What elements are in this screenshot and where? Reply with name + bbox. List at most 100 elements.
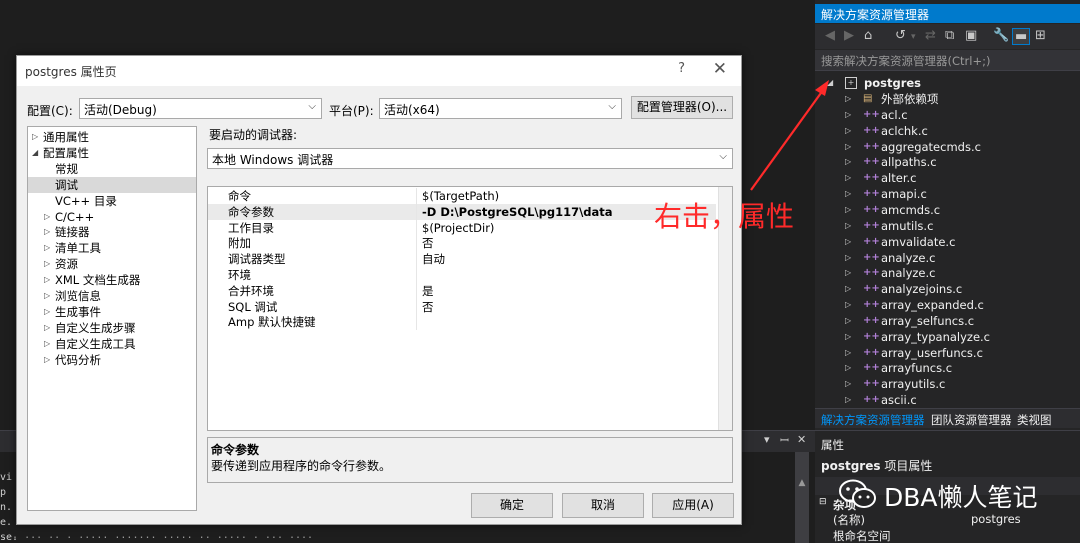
solution-search-input[interactable]: 搜索解决方案资源管理器(Ctrl+;) xyxy=(815,50,1080,71)
tree-item[interactable]: ▷ 自定义生成工具 xyxy=(28,336,196,352)
file-node[interactable]: ▷ ++ amvalidate.c xyxy=(815,234,1080,250)
expand-arrow-icon[interactable]: ▷ xyxy=(845,376,851,392)
expand-arrow-icon[interactable]: ▷ xyxy=(44,304,50,320)
expand-arrow-icon[interactable]: ▷ xyxy=(845,123,851,139)
property-tree[interactable]: ▷ 通用属性 ◢ 配置属性 常规 调试 VC++ 目录 ▷ C/C++ ▷ 链接器 ▷ 清单工具 ▷ 资源 ▷… xyxy=(27,126,197,511)
file-node[interactable]: ▷ ++ analyze.c xyxy=(815,265,1080,281)
tree-item[interactable]: ▷ C/C++ xyxy=(28,209,196,225)
expand-arrow-icon[interactable]: ▷ xyxy=(845,313,851,329)
expand-arrow-icon[interactable]: ▷ xyxy=(845,218,851,234)
platform-select[interactable]: 活动(x64) ⌵ xyxy=(379,98,622,119)
properties-row[interactable]: 根命名空间 xyxy=(815,528,1080,543)
tree-item[interactable]: ▷ 生成事件 xyxy=(28,304,196,320)
property-value[interactable]: 自动 xyxy=(422,251,445,267)
property-row[interactable]: 合并环境 是 xyxy=(208,282,716,299)
property-row[interactable]: 调试器类型 自动 xyxy=(208,251,716,268)
property-value[interactable]: 否 xyxy=(422,299,434,315)
tree-item[interactable]: ▷ 代码分析 xyxy=(28,352,196,368)
file-node[interactable]: ▷ ++ alter.c xyxy=(815,170,1080,186)
tab-team-explorer[interactable]: 团队资源管理器 xyxy=(931,412,1012,428)
property-row[interactable]: 命令 $(TargetPath) xyxy=(208,188,716,204)
file-node[interactable]: ▷ ++ allpaths.c xyxy=(815,154,1080,170)
expand-arrow-icon[interactable]: ▷ xyxy=(845,91,851,107)
file-node[interactable]: ▷ ++ ascii.c xyxy=(815,392,1080,407)
expand-arrow-icon[interactable]: ▷ xyxy=(845,202,851,218)
properties-row[interactable]: (名称) postgres xyxy=(815,512,1080,528)
tree-item[interactable]: ▷ 资源 xyxy=(28,256,196,272)
cancel-button[interactable]: 取消 xyxy=(562,493,644,518)
properties-subject[interactable]: postgres 项目属性 xyxy=(821,457,932,474)
file-node[interactable]: ▷ ++ aggregatecmds.c xyxy=(815,139,1080,155)
home-icon[interactable]: ⌂ xyxy=(864,28,872,43)
close-button[interactable]: ✕ xyxy=(713,59,727,79)
folder-node[interactable]: ▷ ▤ 外部依赖项 xyxy=(815,91,1080,107)
property-row[interactable]: 环境 xyxy=(208,267,716,283)
property-value[interactable]: 否 xyxy=(422,235,434,251)
file-node[interactable]: ▷ ++ arrayutils.c xyxy=(815,376,1080,392)
expand-arrow-icon[interactable]: ▷ xyxy=(44,209,50,225)
expand-arrow-icon[interactable]: ▷ xyxy=(845,250,851,266)
expand-arrow-icon[interactable]: ▷ xyxy=(845,139,851,155)
expand-arrow-icon[interactable]: ▷ xyxy=(845,281,851,297)
tree-item[interactable]: ▷ 通用属性 xyxy=(28,129,196,145)
show-all-files-icon[interactable]: ▣ xyxy=(965,28,977,43)
tree-item[interactable]: 常规 xyxy=(28,161,196,177)
property-row[interactable]: 工作目录 $(ProjectDir) xyxy=(208,219,716,236)
expand-arrow-icon[interactable]: ▷ xyxy=(44,352,50,368)
tree-item[interactable]: VC++ 目录 xyxy=(28,193,196,209)
expand-arrow-icon[interactable]: ▷ xyxy=(44,240,50,256)
file-node[interactable]: ▷ ++ aclchk.c xyxy=(815,123,1080,139)
expand-arrow-icon[interactable]: ▷ xyxy=(845,392,851,407)
collapse-arrow-icon[interactable]: ◢ xyxy=(827,75,833,91)
file-node[interactable]: ▷ ++ array_expanded.c xyxy=(815,297,1080,313)
property-value[interactable]: $(TargetPath) xyxy=(422,188,499,204)
expand-arrow-icon[interactable]: ▷ xyxy=(44,256,50,272)
project-node[interactable]: ◢ + postgres xyxy=(815,75,1080,91)
help-button[interactable]: ? xyxy=(678,61,685,76)
expand-arrow-icon[interactable]: ▷ xyxy=(845,154,851,170)
property-row[interactable]: 附加 否 xyxy=(208,235,716,252)
tree-item[interactable]: ▷ 链接器 xyxy=(28,224,196,240)
ok-button[interactable]: 确定 xyxy=(471,493,553,518)
property-row[interactable]: SQL 调试 否 xyxy=(208,298,716,315)
preview-icon[interactable]: ▬ xyxy=(1012,28,1031,45)
collapse-all-icon[interactable]: ⧉ xyxy=(945,28,954,43)
expand-arrow-icon[interactable]: ▷ xyxy=(845,265,851,281)
tab-class-view[interactable]: 类视图 xyxy=(1017,412,1052,428)
file-node[interactable]: ▷ ++ amutils.c xyxy=(815,218,1080,234)
history-icon[interactable]: ↺ xyxy=(895,28,906,43)
collapse-icon[interactable]: ⊟ xyxy=(819,497,827,507)
sync-icon[interactable]: ⇄ xyxy=(925,28,936,43)
expand-arrow-icon[interactable]: ▷ xyxy=(845,329,851,345)
tree-item[interactable]: ▷ 清单工具 xyxy=(28,240,196,256)
tree-item[interactable]: ▷ 自定义生成步骤 xyxy=(28,320,196,336)
property-row[interactable]: 命令参数 -D D:\PostgreSQL\pg117\data xyxy=(208,203,716,220)
chevron-down-icon[interactable]: ▾ xyxy=(911,32,916,42)
property-value[interactable]: -D D:\PostgreSQL\pg117\data xyxy=(422,204,613,220)
expand-arrow-icon[interactable]: ▷ xyxy=(845,107,851,123)
configuration-select[interactable]: 活动(Debug) ⌵ xyxy=(79,98,322,119)
expand-arrow-icon[interactable]: ▷ xyxy=(845,360,851,376)
close-panel-icon[interactable]: ✕ xyxy=(797,433,806,446)
scroll-up-icon[interactable]: ▲ xyxy=(795,478,809,488)
forward-icon[interactable]: ▶ xyxy=(844,28,854,43)
expand-arrow-icon[interactable]: ▷ xyxy=(44,320,50,336)
file-node[interactable]: ▷ ++ analyze.c xyxy=(815,250,1080,266)
expand-arrow-icon[interactable]: ▷ xyxy=(44,336,50,352)
file-node[interactable]: ▷ ++ arrayfuncs.c xyxy=(815,360,1080,376)
expand-arrow-icon[interactable]: ▷ xyxy=(845,297,851,313)
solution-tree[interactable]: ◢ + postgres ▷ ▤ 外部依赖项 ▷ ++ acl.c ▷ ++ aclchk.c ▷ ++ a… xyxy=(815,72,1080,407)
dropdown-icon[interactable]: ▾ xyxy=(764,433,770,446)
expand-arrow-icon[interactable]: ▷ xyxy=(44,224,50,240)
tab-solution-explorer[interactable]: 解决方案资源管理器 xyxy=(821,412,925,428)
file-node[interactable]: ▷ ++ array_typanalyze.c xyxy=(815,329,1080,345)
property-value[interactable]: 是 xyxy=(422,283,434,299)
expand-arrow-icon[interactable]: ◢ xyxy=(32,145,38,161)
file-node[interactable]: ▷ ++ analyzejoins.c xyxy=(815,281,1080,297)
expand-arrow-icon[interactable]: ▷ xyxy=(32,129,38,145)
debugger-select[interactable]: 本地 Windows 调试器 ⌵ xyxy=(207,148,733,169)
expand-arrow-icon[interactable]: ▷ xyxy=(845,234,851,250)
class-diagram-icon[interactable]: ⊞ xyxy=(1035,28,1046,43)
tree-item[interactable]: 调试 xyxy=(28,176,196,193)
file-node[interactable]: ▷ ++ amapi.c xyxy=(815,186,1080,202)
